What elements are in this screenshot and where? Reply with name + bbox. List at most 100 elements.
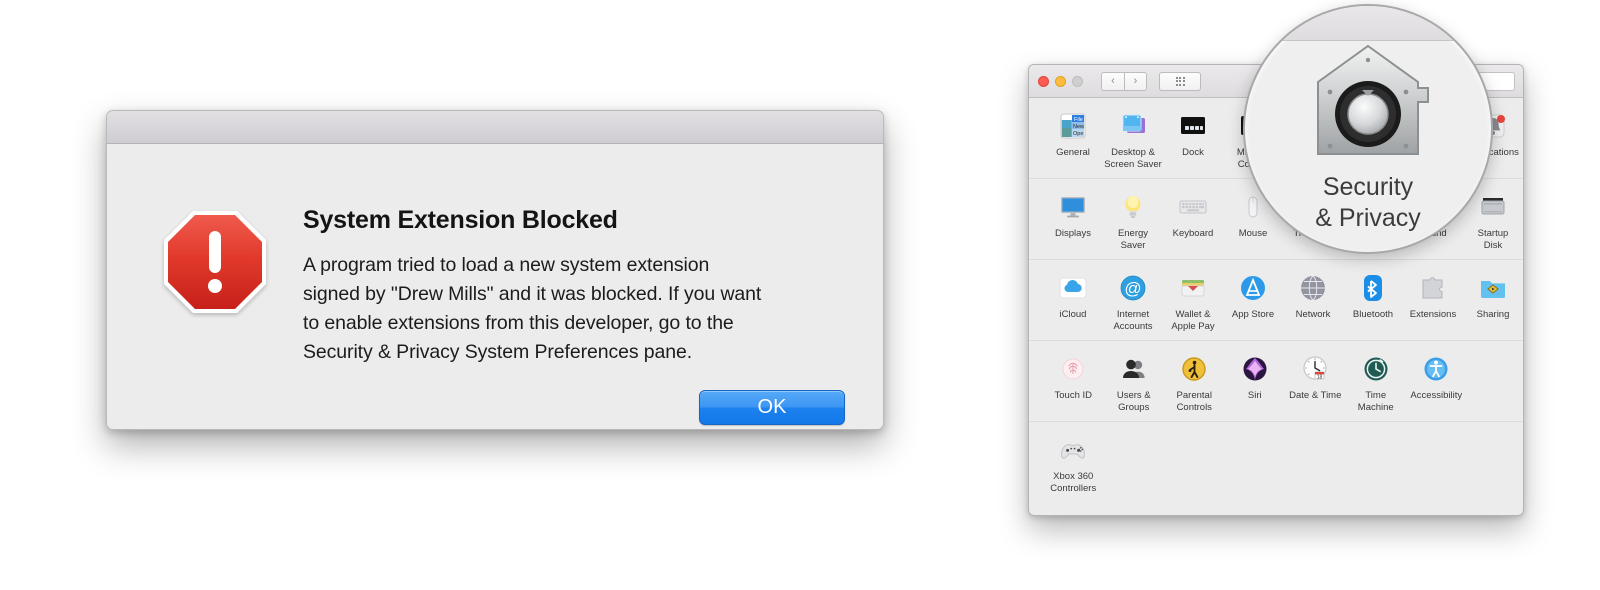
pref-pane-sharing[interactable]: Sharing	[1463, 270, 1523, 321]
pref-pane-label: Extensions	[1409, 309, 1457, 320]
users-groups-icon	[1104, 351, 1165, 387]
traffic-lights	[1038, 75, 1089, 87]
pref-pane-label: Time Machine	[1357, 390, 1394, 413]
date-time-icon: 18	[1285, 351, 1346, 387]
pref-pane-label: Siri	[1247, 390, 1262, 401]
show-all-grid-button[interactable]	[1159, 71, 1201, 91]
parental-controls-icon	[1164, 351, 1225, 387]
accessibility-icon	[1406, 351, 1467, 387]
svg-text:18: 18	[1317, 374, 1323, 380]
system-extension-blocked-dialog: System Extension Blocked A program tried…	[106, 110, 884, 430]
pref-pane-displays[interactable]: Displays	[1043, 189, 1103, 240]
close-button[interactable]	[1038, 75, 1049, 87]
icloud-icon	[1043, 270, 1103, 306]
pref-pane-label: App Store	[1231, 309, 1275, 320]
pref-pane-keyboard[interactable]: Keyboard	[1163, 189, 1223, 240]
pref-pane-users-groups[interactable]: Users & Groups	[1104, 351, 1165, 413]
pref-pane-accessibility[interactable]: Accessibility	[1406, 351, 1467, 402]
dock-icon	[1163, 108, 1223, 144]
preference-row: Touch ID Users & Groups Parental Controls S…	[1029, 341, 1523, 422]
pref-pane-label: Wallet & Apple Pay	[1171, 309, 1215, 332]
pref-pane-label: Sharing	[1476, 309, 1510, 320]
xbox-controller-icon	[1043, 432, 1104, 468]
energy-saver-icon	[1103, 189, 1163, 225]
pref-pane-label: Startup Disk	[1477, 228, 1509, 251]
pref-pane-label: Network	[1295, 309, 1331, 320]
pref-pane-date-time[interactable]: 18 Date & Time	[1285, 351, 1346, 402]
svg-text:@: @	[1124, 279, 1141, 298]
touch-id-icon	[1043, 351, 1104, 387]
dialog-text-block: System Extension Blocked A program tried…	[303, 206, 843, 367]
pref-pane-extensions[interactable]: Extensions	[1403, 270, 1463, 321]
pref-pane-label: Parental Controls	[1176, 390, 1212, 413]
preference-row: Xbox 360 Controllers	[1029, 422, 1523, 502]
zoom-button[interactable]	[1072, 75, 1083, 87]
preference-row: iCloud @ Internet Accounts Wallet & Apple P…	[1029, 260, 1523, 341]
pref-pane-label: Desktop & Screen Saver	[1104, 147, 1162, 170]
pref-pane-label: Touch ID	[1054, 390, 1093, 401]
dialog-message: A program tried to load a new system ext…	[303, 254, 762, 363]
bluetooth-icon	[1343, 270, 1403, 306]
ok-button-label: OK	[757, 396, 787, 418]
siri-icon	[1225, 351, 1286, 387]
svg-text:Ope: Ope	[1073, 131, 1083, 137]
pref-pane-icloud[interactable]: iCloud	[1043, 270, 1103, 321]
pref-pane-label: iCloud	[1059, 309, 1087, 320]
pref-pane-label: Keyboard	[1172, 228, 1214, 239]
pref-pane-network[interactable]: Network	[1283, 270, 1343, 321]
stop-sign-exclamation-icon	[159, 206, 271, 318]
pref-pane-app-store[interactable]: App Store	[1223, 270, 1283, 321]
pref-pane-label: Date & Time	[1289, 390, 1342, 401]
pref-pane-label: Displays	[1055, 228, 1091, 239]
pref-pane-label: General	[1056, 147, 1090, 158]
pref-pane-general[interactable]: File New Ope General	[1043, 108, 1103, 159]
svg-text:File: File	[1074, 117, 1083, 123]
svg-text:New: New	[1073, 124, 1084, 130]
pref-pane-parental-controls[interactable]: Parental Controls	[1164, 351, 1225, 413]
magnifier-lens: Security & Privacy	[1243, 4, 1493, 254]
displays-icon	[1043, 189, 1103, 225]
app-store-icon	[1223, 270, 1283, 306]
pref-pane-label: Energy Saver	[1117, 228, 1149, 251]
desktop-screensaver-icon	[1103, 108, 1163, 144]
pref-pane-siri[interactable]: Siri	[1225, 351, 1286, 402]
extensions-icon	[1403, 270, 1463, 306]
pref-pane-label: Internet Accounts	[1113, 309, 1153, 332]
dialog-body: System Extension Blocked A program tried…	[107, 144, 883, 429]
keyboard-icon	[1163, 189, 1223, 225]
magnifier-label: Security & Privacy	[1315, 173, 1421, 232]
pref-pane-touch-id[interactable]: Touch ID	[1043, 351, 1104, 402]
pref-pane-wallet-apple-pay[interactable]: Wallet & Apple Pay	[1163, 270, 1223, 332]
general-icon: File New Ope	[1043, 108, 1103, 144]
dialog-heading: System Extension Blocked	[303, 206, 618, 234]
forward-button[interactable]: ›	[1124, 71, 1147, 91]
pref-pane-label: Mouse	[1238, 228, 1268, 239]
sharing-icon	[1463, 270, 1523, 306]
internet-accounts-icon: @	[1103, 270, 1163, 306]
screenshot-canvas: System Extension Blocked A program tried…	[0, 0, 1600, 590]
back-button[interactable]: ‹	[1101, 71, 1124, 91]
time-machine-icon	[1346, 351, 1407, 387]
chevron-right-icon: ›	[1133, 75, 1138, 87]
wallet-applepay-icon	[1163, 270, 1223, 306]
pref-pane-internet-accounts[interactable]: @ Internet Accounts	[1103, 270, 1163, 332]
pref-pane-time-machine[interactable]: Time Machine	[1346, 351, 1407, 413]
pref-pane-desktop-screen-saver[interactable]: Desktop & Screen Saver	[1103, 108, 1163, 170]
pref-pane-label: Dock	[1182, 147, 1204, 158]
pref-pane-bluetooth[interactable]: Bluetooth	[1343, 270, 1403, 321]
ok-button[interactable]: OK	[699, 390, 845, 425]
grid-view-icon	[1175, 76, 1185, 86]
chevron-left-icon: ‹	[1111, 75, 1115, 87]
pref-pane-label: Users & Groups	[1116, 390, 1151, 413]
navigation-buttons: ‹ ›	[1101, 71, 1147, 91]
network-icon	[1283, 270, 1343, 306]
pref-pane-energy-saver[interactable]: Energy Saver	[1103, 189, 1163, 251]
pref-pane-xbox-360-controllers[interactable]: Xbox 360 Controllers	[1043, 432, 1104, 494]
minimize-button[interactable]	[1055, 75, 1066, 87]
dialog-titlebar	[107, 111, 883, 144]
security-privacy-icon[interactable]	[1304, 42, 1432, 160]
pref-pane-label: Accessibility	[1410, 390, 1463, 401]
pref-pane-label: Bluetooth	[1352, 309, 1394, 320]
pref-pane-dock[interactable]: Dock	[1163, 108, 1223, 159]
pref-pane-label: Xbox 360 Controllers	[1050, 471, 1097, 494]
